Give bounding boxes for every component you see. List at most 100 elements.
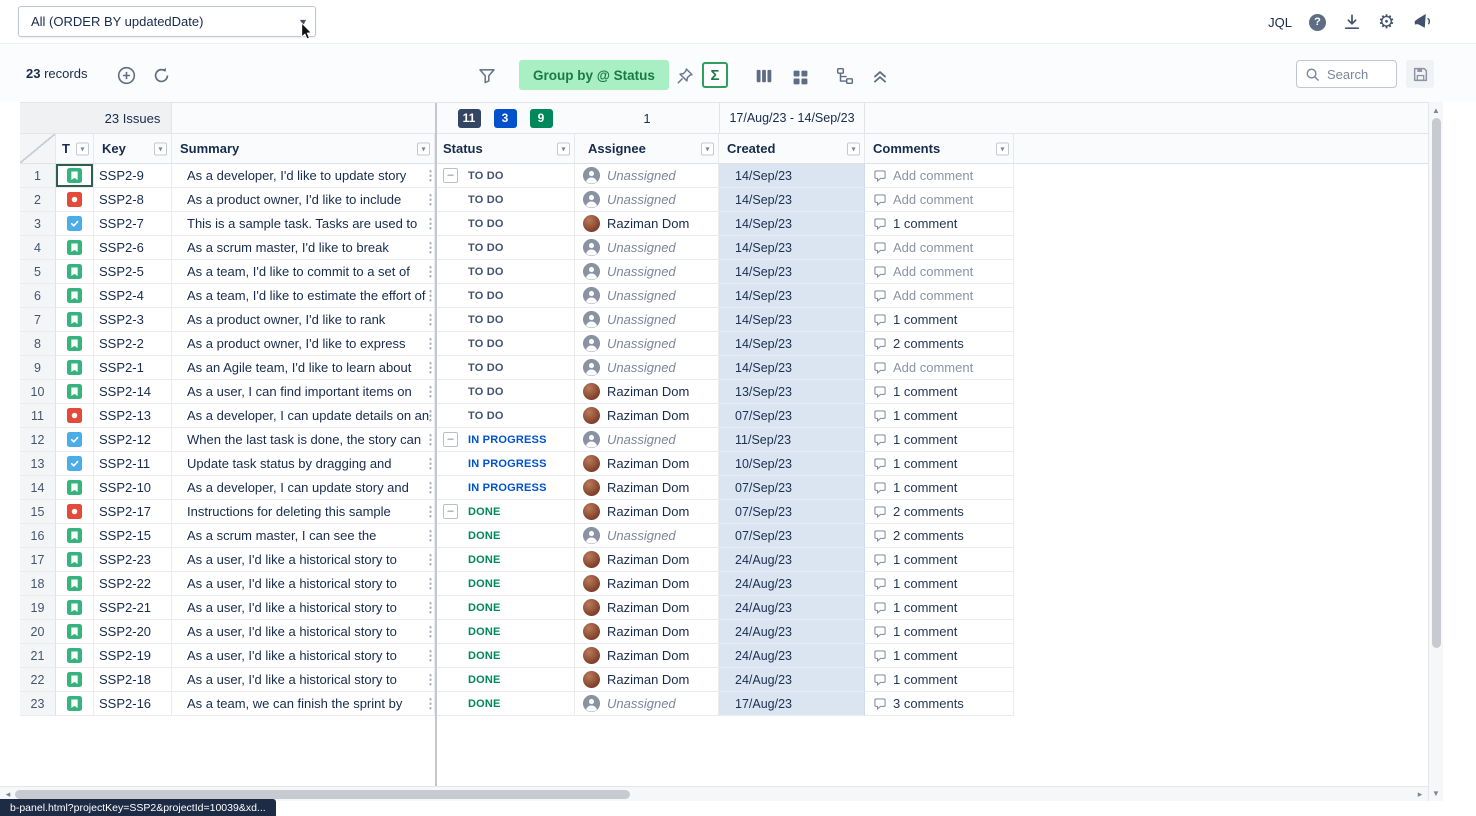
filter-dropdown-icon[interactable]: ▾ bbox=[996, 142, 1009, 155]
assignee-cell[interactable]: Raziman Dom bbox=[575, 644, 719, 668]
row-number[interactable]: 22 bbox=[20, 668, 56, 692]
comments-cell[interactable]: 2 comments bbox=[865, 524, 1014, 548]
created-cell[interactable]: 24/Aug/23 bbox=[719, 548, 865, 572]
comments-cell[interactable]: 1 comment bbox=[865, 404, 1014, 428]
column-header-summary[interactable]: Summary ▾ bbox=[172, 134, 435, 163]
todo-count-badge[interactable]: 11 bbox=[458, 109, 481, 128]
export-download-icon[interactable] bbox=[1343, 13, 1361, 31]
assignee-cell[interactable]: Unassigned bbox=[575, 236, 719, 260]
status-cell[interactable]: TO DO bbox=[435, 404, 575, 428]
hierarchy-button[interactable] bbox=[834, 65, 856, 87]
issue-type-cell[interactable] bbox=[56, 644, 94, 668]
issue-type-cell[interactable] bbox=[56, 308, 94, 332]
issue-key-cell[interactable]: SSP2-8 bbox=[94, 188, 172, 212]
summary-cell[interactable]: Instructions for deleting this sample bbox=[172, 500, 435, 524]
issue-key-cell[interactable]: SSP2-12 bbox=[94, 428, 172, 452]
row-number[interactable]: 4 bbox=[20, 236, 56, 260]
pin-columns-button[interactable] bbox=[674, 65, 696, 87]
status-cell[interactable]: –DONE bbox=[435, 500, 575, 524]
row-number[interactable]: 19 bbox=[20, 596, 56, 620]
comments-cell[interactable]: 1 comment bbox=[865, 548, 1014, 572]
status-cell[interactable]: –TO DO bbox=[435, 164, 575, 188]
filter-dropdown-icon[interactable]: ▾ bbox=[701, 142, 714, 155]
vertical-scrollbar[interactable]: ▲ ▼ bbox=[1428, 102, 1443, 801]
column-header-key[interactable]: Key ▾ bbox=[94, 134, 172, 163]
assignee-cell[interactable]: Unassigned bbox=[575, 692, 719, 716]
column-header-created[interactable]: Created ▾ bbox=[719, 134, 865, 163]
collapse-group-button[interactable]: – bbox=[443, 504, 458, 519]
status-cell[interactable]: DONE bbox=[435, 620, 575, 644]
issue-key-cell[interactable]: SSP2-23 bbox=[94, 548, 172, 572]
issue-key-cell[interactable]: SSP2-11 bbox=[94, 452, 172, 476]
inprogress-count-badge[interactable]: 3 bbox=[494, 109, 517, 128]
status-cell[interactable]: DONE bbox=[435, 548, 575, 572]
created-cell[interactable]: 07/Sep/23 bbox=[719, 524, 865, 548]
summary-cell[interactable]: As a product owner, I'd like to include bbox=[172, 188, 435, 212]
summary-cell[interactable]: As a team, we can finish the sprint by bbox=[172, 692, 435, 716]
issue-key-cell[interactable]: SSP2-7 bbox=[94, 212, 172, 236]
assignee-cell[interactable]: Unassigned bbox=[575, 524, 719, 548]
comments-cell[interactable]: 1 comment bbox=[865, 644, 1014, 668]
created-cell[interactable]: 24/Aug/23 bbox=[719, 620, 865, 644]
filter-dropdown-icon[interactable]: ▾ bbox=[76, 142, 89, 155]
issue-type-cell[interactable] bbox=[56, 188, 94, 212]
assignee-cell[interactable]: Unassigned bbox=[575, 260, 719, 284]
done-count-badge[interactable]: 9 bbox=[530, 109, 553, 128]
comments-cell[interactable]: 1 comment bbox=[865, 668, 1014, 692]
summary-cell[interactable]: As a developer, I can update details on … bbox=[172, 404, 435, 428]
columns-button[interactable] bbox=[753, 65, 775, 87]
issue-type-cell[interactable] bbox=[56, 572, 94, 596]
created-cell[interactable]: 14/Sep/23 bbox=[719, 188, 865, 212]
issue-type-cell[interactable] bbox=[56, 260, 94, 284]
collapse-group-button[interactable]: – bbox=[443, 432, 458, 447]
assignee-cell[interactable]: Unassigned bbox=[575, 428, 719, 452]
row-number[interactable]: 3 bbox=[20, 212, 56, 236]
comments-cell[interactable]: 3 comments bbox=[865, 692, 1014, 716]
collapse-all-button[interactable] bbox=[869, 65, 891, 87]
row-number[interactable]: 17 bbox=[20, 548, 56, 572]
created-cell[interactable]: 14/Sep/23 bbox=[719, 332, 865, 356]
row-number[interactable]: 14 bbox=[20, 476, 56, 500]
filter-dropdown-icon[interactable]: ▾ bbox=[557, 142, 570, 155]
row-number[interactable]: 15 bbox=[20, 500, 56, 524]
issue-key-cell[interactable]: SSP2-4 bbox=[94, 284, 172, 308]
created-cell[interactable]: 14/Sep/23 bbox=[719, 356, 865, 380]
status-cell[interactable]: TO DO bbox=[435, 212, 575, 236]
row-number[interactable]: 11 bbox=[20, 404, 56, 428]
horizontal-scrollbar-thumb[interactable] bbox=[15, 790, 630, 799]
issue-type-cell[interactable] bbox=[56, 476, 94, 500]
created-cell[interactable]: 14/Sep/23 bbox=[719, 236, 865, 260]
select-all-corner[interactable] bbox=[20, 134, 56, 163]
issue-key-cell[interactable]: SSP2-10 bbox=[94, 476, 172, 500]
summary-cell[interactable]: As a product owner, I'd like to rank bbox=[172, 308, 435, 332]
status-cell[interactable]: DONE bbox=[435, 668, 575, 692]
assignee-cell[interactable]: Raziman Dom bbox=[575, 380, 719, 404]
comments-cell[interactable]: 2 comments bbox=[865, 500, 1014, 524]
status-cell[interactable]: DONE bbox=[435, 644, 575, 668]
assignee-cell[interactable]: Unassigned bbox=[575, 188, 719, 212]
collapse-group-button[interactable]: – bbox=[443, 168, 458, 183]
issue-type-cell[interactable] bbox=[56, 668, 94, 692]
issue-key-cell[interactable]: SSP2-19 bbox=[94, 644, 172, 668]
grid-view-button[interactable] bbox=[789, 66, 811, 88]
issue-type-cell[interactable] bbox=[56, 212, 94, 236]
issue-key-cell[interactable]: SSP2-1 bbox=[94, 356, 172, 380]
status-cell[interactable]: DONE bbox=[435, 524, 575, 548]
row-number[interactable]: 21 bbox=[20, 644, 56, 668]
status-cell[interactable]: TO DO bbox=[435, 308, 575, 332]
comments-cell[interactable]: 1 comment bbox=[865, 212, 1014, 236]
created-cell[interactable]: 14/Sep/23 bbox=[719, 164, 865, 188]
comments-cell[interactable]: Add comment bbox=[865, 356, 1014, 380]
assignee-cell[interactable]: Raziman Dom bbox=[575, 668, 719, 692]
settings-gear-icon[interactable]: ⚙ bbox=[1378, 13, 1395, 32]
summary-cell[interactable]: As a user, I'd like a historical story t… bbox=[172, 668, 435, 692]
status-cell[interactable]: DONE bbox=[435, 596, 575, 620]
pinned-column-divider[interactable] bbox=[435, 103, 437, 787]
row-number[interactable]: 6 bbox=[20, 284, 56, 308]
row-number[interactable]: 13 bbox=[20, 452, 56, 476]
assignee-cell[interactable]: Unassigned bbox=[575, 356, 719, 380]
save-button[interactable] bbox=[1406, 60, 1434, 88]
row-number[interactable]: 20 bbox=[20, 620, 56, 644]
issue-key-cell[interactable]: SSP2-16 bbox=[94, 692, 172, 716]
assignee-cell[interactable]: Raziman Dom bbox=[575, 452, 719, 476]
